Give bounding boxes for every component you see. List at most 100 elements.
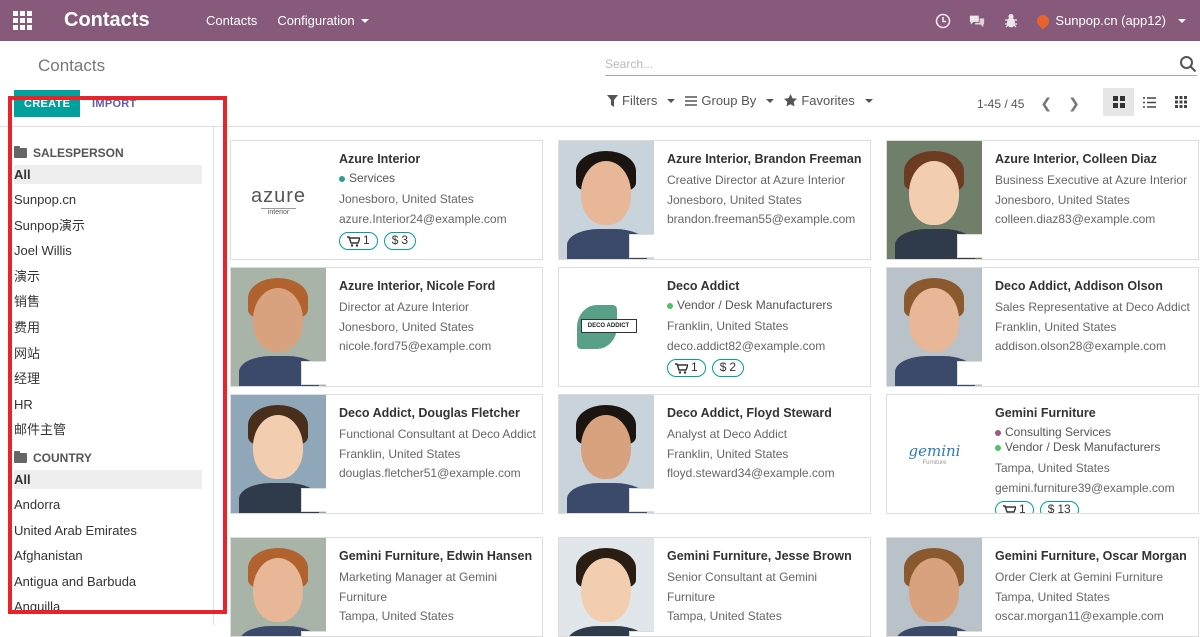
country-item[interactable]: United Arab Emirates (14, 518, 202, 544)
contact-card[interactable]: DECO ADDICT Deco Addict Vendor / Desk Manu… (558, 267, 871, 387)
salesperson-item[interactable]: 邮件主管 (14, 417, 202, 443)
company-mini-logo (629, 488, 654, 512)
salesperson-item[interactable]: Sunpop.cn (14, 187, 202, 213)
pager-value[interactable]: 1-45 / 45 (977, 97, 1024, 111)
country-item[interactable]: Afghanistan (14, 543, 202, 569)
bug-icon[interactable] (1003, 13, 1019, 29)
invoice-count-badge[interactable]: $3 (383, 232, 417, 250)
contact-name: Deco Addict, Douglas Fletcher (339, 406, 520, 420)
salesperson-item[interactable]: 销售 (14, 289, 202, 315)
contact-detail: Tampa, United States (995, 461, 1110, 475)
kanban-icon (1112, 96, 1125, 108)
chevron-down-icon (360, 18, 369, 23)
create-button[interactable]: CREATE (14, 90, 81, 117)
gemini-logo-text: gemini (908, 442, 961, 460)
contact-detail: Tampa, United States (667, 609, 782, 623)
invoice-count-badge[interactable]: $2 (711, 359, 745, 377)
chat-icon[interactable] (969, 13, 985, 29)
contact-card[interactable]: Gemini Furniture, Edwin Hansen Marketing … (230, 537, 543, 637)
apps-menu-icon[interactable] (0, 0, 44, 41)
filters-dropdown[interactable]: Filters (607, 93, 676, 108)
salesperson-item[interactable]: HR (14, 392, 202, 418)
cart-icon (675, 362, 688, 374)
contact-card[interactable]: Deco Addict, Douglas Fletcher Functional … (230, 394, 543, 514)
pager-previous-icon[interactable]: ❮ (1040, 95, 1052, 112)
contact-card[interactable]: gemini Furniture Gemini Furniture Consultin… (886, 394, 1199, 514)
contact-photo (231, 395, 326, 513)
contact-card[interactable]: Azure Interior, Nicole Ford Director at A… (230, 267, 543, 387)
company-switcher[interactable]: Sunpop.cn (app12) (1034, 12, 1186, 29)
company-mini-logo (301, 488, 326, 512)
contact-photo (887, 141, 982, 259)
category-tag: Services (339, 171, 536, 186)
contact-detail: deco.addict82@example.com (667, 338, 826, 353)
salesperson-header: SALESPERSON (14, 144, 213, 162)
contact-photo (231, 268, 326, 386)
salesperson-item[interactable]: Joel Willis (14, 238, 202, 264)
country-item[interactable]: All (14, 469, 202, 489)
contact-card[interactable]: Gemini Furniture, Oscar Morgan Order Cler… (886, 537, 1199, 637)
contact-card[interactable]: azure interior Azure Interior Services Jones… (230, 140, 543, 260)
cart-icon (347, 235, 360, 247)
company-mini-logo (957, 361, 982, 385)
contact-detail: brandon.freeman55@example.com (667, 212, 856, 226)
contact-detail: Business Executive at Azure Interior (995, 173, 1188, 187)
salesperson-item[interactable]: 费用 (14, 315, 202, 341)
favorites-dropdown[interactable]: Favorites (784, 93, 873, 108)
import-button[interactable]: IMPORT (92, 90, 137, 117)
company-logo-icon (1034, 12, 1052, 29)
contact-detail: Jonesboro, United States (667, 192, 802, 207)
grid-view-button[interactable] (1165, 88, 1196, 116)
contact-detail: colleen.diaz83@example.com (995, 212, 1156, 226)
contact-detail: Analyst at Deco Addict (667, 427, 788, 441)
contact-detail: Jonesboro, United States (339, 192, 474, 206)
company-mini-logo (957, 234, 982, 258)
search-bar (605, 52, 1197, 76)
salesperson-item[interactable]: All (14, 165, 202, 184)
contact-name: Azure Interior, Nicole Ford (339, 279, 496, 293)
groupby-dropdown[interactable]: Group By (685, 93, 775, 108)
invoice-count-badge[interactable]: $13 (1039, 501, 1079, 513)
contact-card[interactable]: Azure Interior, Colleen Diaz Business Exe… (886, 140, 1199, 260)
contact-card[interactable]: Azure Interior, Brandon Freeman Creative … (558, 140, 871, 260)
sales-count-badge[interactable]: 1 (667, 359, 706, 377)
menu-configuration[interactable]: Configuration (277, 13, 369, 28)
contact-name: Deco Addict (667, 279, 740, 293)
contact-card[interactable]: Deco Addict, Addison Olson Sales Represen… (886, 267, 1199, 387)
app-title: Contacts (64, 9, 150, 31)
company-logo: DECO ADDICT (559, 268, 654, 386)
contact-detail: Creative Director at Azure Interior (667, 173, 846, 187)
contact-detail: douglas.fletcher51@example.com (339, 466, 521, 480)
grid-icon (1174, 96, 1187, 108)
contact-detail: Director at Azure Interior (339, 300, 470, 314)
search-input[interactable] (605, 56, 1179, 71)
list-view-button[interactable] (1134, 88, 1165, 116)
sales-count-badge[interactable]: 1 (339, 232, 378, 250)
category-tag: Vendor / Desk Manufacturers (995, 440, 1192, 455)
contact-card[interactable]: Gemini Furniture, Jesse Brown Senior Cons… (558, 537, 871, 637)
country-item[interactable]: Antigua and Barbuda (14, 569, 202, 595)
contact-detail: Marketing Manager at Gemini Furniture (339, 570, 498, 604)
contact-name: Gemini Furniture (995, 406, 1096, 420)
contact-name: Gemini Furniture, Jesse Brown (667, 549, 852, 563)
deco-logo-text: DECO ADDICT (580, 319, 637, 333)
country-item[interactable]: Anguilla (14, 594, 202, 620)
contact-detail: Franklin, United States (667, 446, 789, 461)
clock-icon[interactable] (935, 13, 951, 29)
salesperson-item[interactable]: Sunpop演示 (14, 213, 202, 239)
category-tag: Vendor / Desk Manufacturers (667, 298, 864, 313)
company-mini-logo (629, 631, 654, 636)
menu-contacts[interactable]: Contacts (206, 13, 257, 28)
salesperson-item[interactable]: 演示 (14, 264, 202, 290)
sales-count-badge[interactable]: 1 (995, 501, 1034, 513)
salesperson-item[interactable]: 网站 (14, 341, 202, 367)
cart-icon (1003, 504, 1016, 513)
pager-next-icon[interactable]: ❯ (1068, 95, 1080, 112)
category-tag: Consulting Services (995, 425, 1192, 440)
kanban-view-button[interactable] (1103, 88, 1134, 116)
contact-name: Azure Interior (339, 152, 421, 166)
contact-card[interactable]: Deco Addict, Floyd Steward Analyst at Dec… (558, 394, 871, 514)
search-icon[interactable] (1179, 55, 1197, 73)
country-item[interactable]: Andorra (14, 492, 202, 518)
salesperson-item[interactable]: 经理 (14, 366, 202, 392)
